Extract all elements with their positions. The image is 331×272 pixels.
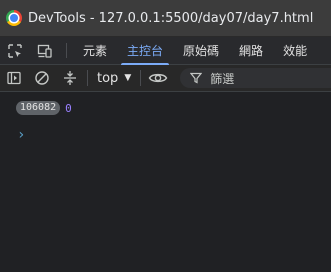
console-prompt-icon[interactable]: › — [17, 127, 25, 143]
chevron-down-icon: ▼ — [124, 73, 132, 83]
sidebar-toggle-icon[interactable] — [0, 65, 28, 91]
log-value: 0 — [65, 101, 72, 115]
tab-performance[interactable]: 效能 — [273, 37, 317, 64]
context-selector[interactable]: top ▼ — [91, 65, 137, 91]
tab-elements[interactable]: 元素 — [73, 37, 117, 64]
filter-icon — [190, 72, 203, 84]
panel-tabbar: 元素 主控台 原始碼 網路 效能 — [0, 37, 331, 65]
console-toolbar: top ▼ 篩選 — [0, 65, 331, 92]
context-label: top — [97, 70, 119, 86]
console-message: 106082 0 — [16, 100, 72, 116]
tabbar-divider — [66, 43, 67, 58]
clear-console-icon[interactable] — [28, 65, 56, 91]
tab-sources[interactable]: 原始碼 — [173, 37, 229, 64]
toolbar-divider — [87, 70, 88, 86]
live-expression-eye-icon[interactable] — [144, 65, 172, 91]
toolbar-divider — [140, 70, 142, 86]
window-titlebar: DevTools - 127.0.0.1:5500/day07/day7.htm… — [0, 0, 331, 37]
tab-console[interactable]: 主控台 — [117, 37, 173, 65]
chrome-icon — [6, 10, 22, 26]
console-output[interactable]: 106082 0 › — [0, 92, 331, 272]
window-title: DevTools - 127.0.0.1:5500/day07/day7.htm… — [28, 10, 314, 26]
collapse-icon[interactable] — [56, 65, 84, 91]
repeat-count-badge: 106082 — [16, 101, 61, 115]
inspect-element-icon[interactable] — [0, 37, 30, 64]
tab-network[interactable]: 網路 — [229, 37, 273, 64]
filter-input[interactable]: 篩選 — [180, 68, 331, 88]
device-toolbar-icon[interactable] — [30, 37, 60, 64]
filter-placeholder: 篩選 — [210, 71, 235, 86]
